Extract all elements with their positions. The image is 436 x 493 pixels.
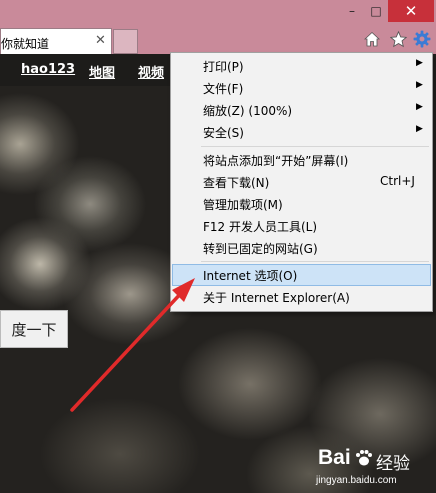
watermark-url: jingyan.baidu.com <box>316 475 397 486</box>
paw-icon <box>354 448 374 468</box>
watermark-tail: 经验 <box>376 454 410 474</box>
baidu-jingyan-watermark: Bai 经验 jingyan.baidu.com <box>316 446 436 491</box>
annotation-arrow <box>70 278 195 412</box>
watermark-brand: Bai <box>318 446 351 469</box>
